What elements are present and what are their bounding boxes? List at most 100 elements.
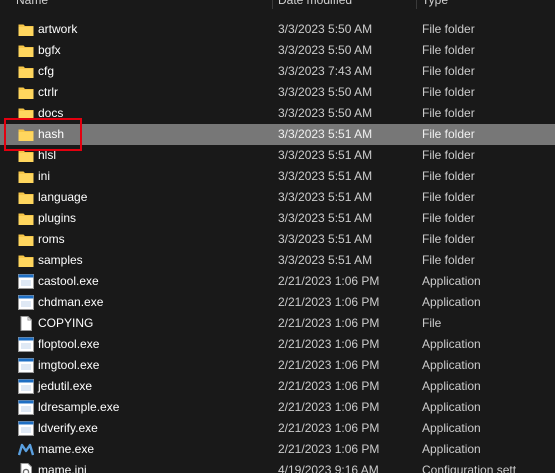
file-row[interactable]: jedutil.exe 2/21/2023 1:06 PM Applicatio… (0, 376, 555, 397)
file-name: hlsl (38, 148, 57, 162)
application-icon (18, 337, 34, 352)
file-date-modified: 2/21/2023 1:06 PM (278, 295, 380, 309)
file-row[interactable]: docs 3/3/2023 5:50 AM File folder (0, 103, 555, 124)
column-divider[interactable] (416, 0, 417, 9)
application-icon (18, 358, 34, 373)
file-type: Application (422, 337, 481, 351)
file-name: ldverify.exe (38, 421, 98, 435)
file-type: File folder (422, 232, 475, 246)
file-date-modified: 3/3/2023 5:51 AM (278, 148, 373, 162)
folder-icon (18, 232, 34, 247)
file-type: Application (422, 442, 481, 456)
file-date-modified: 3/3/2023 5:51 AM (278, 211, 373, 225)
file-name: chdman.exe (38, 295, 104, 309)
application-icon (18, 295, 34, 310)
file-row[interactable]: mame.exe 2/21/2023 1:06 PM Application (0, 439, 555, 460)
file-explorer-list: Name Date modified Type artwork 3/3/2023… (0, 0, 555, 473)
file-name: roms (38, 232, 65, 246)
folder-icon (18, 22, 34, 37)
file-name: plugins (38, 211, 77, 225)
file-row[interactable]: mame.ini 4/19/2023 9:16 AM Configuration… (0, 460, 555, 473)
file-row[interactable]: chdman.exe 2/21/2023 1:06 PM Application (0, 292, 555, 313)
file-type: File folder (422, 85, 475, 99)
file-type: Configuration sett (422, 463, 517, 473)
file-row[interactable]: plugins 3/3/2023 5:51 AM File folder (0, 208, 555, 229)
file-date-modified: 4/19/2023 9:16 AM (278, 463, 379, 473)
file-row[interactable]: hlsl 3/3/2023 5:51 AM File folder (0, 145, 555, 166)
file-name: cfg (38, 64, 55, 78)
file-name: hash (38, 127, 65, 141)
file-row[interactable]: floptool.exe 2/21/2023 1:06 PM Applicati… (0, 334, 555, 355)
file-row[interactable]: ldverify.exe 2/21/2023 1:06 PM Applicati… (0, 418, 555, 439)
file-date-modified: 3/3/2023 7:43 AM (278, 64, 373, 78)
file-type: File folder (422, 106, 475, 120)
folder-icon (18, 43, 34, 58)
file-name: mame.ini (38, 463, 87, 473)
folder-icon (18, 148, 34, 163)
file-date-modified: 2/21/2023 1:06 PM (278, 442, 380, 456)
file-name: artwork (38, 22, 78, 36)
file-row[interactable]: hash 3/3/2023 5:51 AM File folder (0, 124, 555, 145)
file-type: Application (422, 400, 481, 414)
file-date-modified: 3/3/2023 5:50 AM (278, 22, 373, 36)
file-row[interactable]: COPYING 2/21/2023 1:06 PM File (0, 313, 555, 334)
file-date-modified: 2/21/2023 1:06 PM (278, 421, 380, 435)
file-date-modified: 2/21/2023 1:06 PM (278, 337, 380, 351)
file-row[interactable]: cfg 3/3/2023 7:43 AM File folder (0, 61, 555, 82)
mame-icon (17, 442, 35, 457)
file-date-modified: 2/21/2023 1:06 PM (278, 400, 380, 414)
file-date-modified: 3/3/2023 5:50 AM (278, 85, 373, 99)
folder-icon (18, 190, 34, 205)
file-row[interactable]: artwork 3/3/2023 5:50 AM File folder (0, 19, 555, 40)
file-row[interactable]: bgfx 3/3/2023 5:50 AM File folder (0, 40, 555, 61)
file-date-modified: 2/21/2023 1:06 PM (278, 358, 380, 372)
file-date-modified: 3/3/2023 5:50 AM (278, 106, 373, 120)
folder-icon (18, 106, 34, 121)
file-row[interactable]: imgtool.exe 2/21/2023 1:06 PM Applicatio… (0, 355, 555, 376)
file-type: Application (422, 421, 481, 435)
file-type: File folder (422, 22, 475, 36)
file-name: bgfx (38, 43, 61, 57)
file-row[interactable]: ini 3/3/2023 5:51 AM File folder (0, 166, 555, 187)
file-row[interactable]: roms 3/3/2023 5:51 AM File folder (0, 229, 555, 250)
file-date-modified: 3/3/2023 5:51 AM (278, 190, 373, 204)
file-date-modified: 2/21/2023 1:06 PM (278, 379, 380, 393)
folder-icon (18, 211, 34, 226)
column-header-bar: Name Date modified Type (0, 0, 555, 9)
file-name: samples (38, 253, 83, 267)
file-name: castool.exe (38, 274, 99, 288)
column-header-date-modified[interactable]: Date modified (278, 0, 352, 9)
column-header-name[interactable]: Name (16, 0, 48, 9)
file-row[interactable]: castool.exe 2/21/2023 1:06 PM Applicatio… (0, 271, 555, 292)
file-type: File folder (422, 127, 475, 141)
file-type: Application (422, 379, 481, 393)
file-icon (18, 316, 34, 331)
file-type: File folder (422, 64, 475, 78)
folder-icon (18, 85, 34, 100)
column-header-type[interactable]: Type (422, 0, 448, 9)
file-type: Application (422, 358, 481, 372)
file-date-modified: 3/3/2023 5:51 AM (278, 253, 373, 267)
file-name: ldresample.exe (38, 400, 120, 414)
column-divider[interactable] (272, 0, 273, 9)
file-date-modified: 3/3/2023 5:51 AM (278, 232, 373, 246)
folder-icon (18, 169, 34, 184)
file-row[interactable]: ldresample.exe 2/21/2023 1:06 PM Applica… (0, 397, 555, 418)
file-name: mame.exe (38, 442, 95, 456)
file-type: File folder (422, 148, 475, 162)
file-date-modified: 2/21/2023 1:06 PM (278, 274, 380, 288)
application-icon (18, 274, 34, 289)
file-type: File (422, 316, 442, 330)
application-icon (18, 421, 34, 436)
file-type: Application (422, 274, 481, 288)
file-type: Application (422, 295, 481, 309)
file-row[interactable]: ctrlr 3/3/2023 5:50 AM File folder (0, 82, 555, 103)
folder-icon (18, 127, 34, 142)
file-date-modified: 2/21/2023 1:06 PM (278, 316, 380, 330)
file-row[interactable]: samples 3/3/2023 5:51 AM File folder (0, 250, 555, 271)
file-list: artwork 3/3/2023 5:50 AM File folder bgf… (0, 19, 555, 473)
file-name: floptool.exe (38, 337, 100, 351)
application-icon (18, 379, 34, 394)
file-date-modified: 3/3/2023 5:51 AM (278, 169, 373, 183)
file-row[interactable]: language 3/3/2023 5:51 AM File folder (0, 187, 555, 208)
